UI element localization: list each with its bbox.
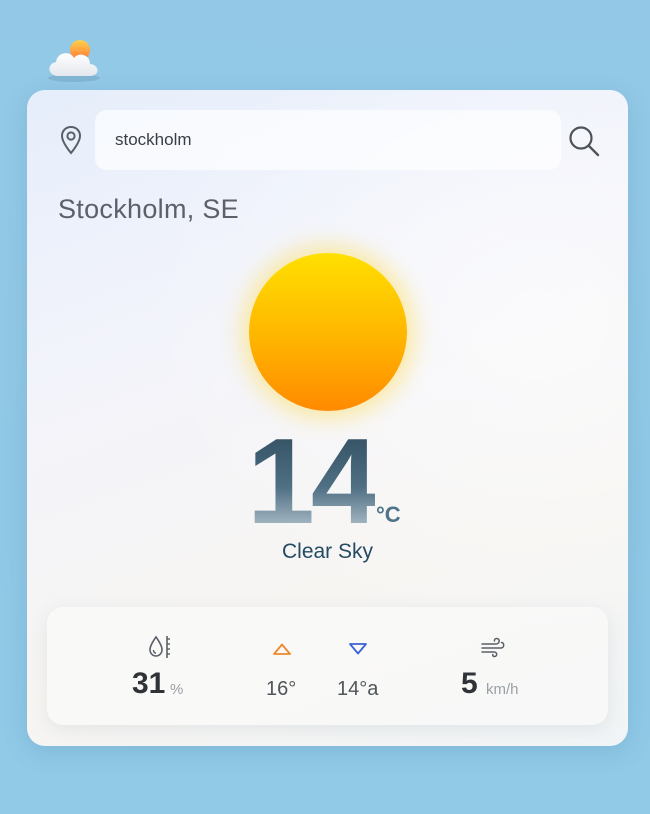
- partly-cloudy-icon: [48, 40, 100, 82]
- min-temperature: 14°a: [337, 678, 379, 700]
- wind-value: 5: [461, 667, 478, 700]
- search-bar: [53, 110, 605, 170]
- weather-card: Stockholm, SE 14 °C Clear Sky 31 % 16° 1…: [27, 90, 628, 746]
- max-temperature: 16°: [266, 678, 297, 700]
- humidity-unit: %: [170, 681, 184, 698]
- sun-icon: [249, 253, 407, 411]
- search-icon[interactable]: [567, 124, 601, 158]
- city-name: Stockholm, SE: [58, 194, 239, 224]
- weather-condition: Clear Sky: [281, 540, 374, 563]
- humidity-value: 31: [132, 667, 166, 700]
- triangle-down-icon: [349, 643, 367, 655]
- temperature-unit: °C: [376, 502, 401, 527]
- wind-unit: km/h: [486, 681, 519, 698]
- search-field[interactable]: [95, 110, 561, 170]
- triangle-up-icon: [273, 643, 291, 655]
- map-pin-icon: [60, 125, 82, 155]
- search-input[interactable]: [115, 110, 535, 170]
- temperature-value: 14: [247, 413, 379, 549]
- wind-icon: [481, 637, 505, 658]
- humidity-icon: [149, 635, 170, 658]
- weather-stats-panel: 31 % 16° 14°a 5 km/h: [47, 607, 608, 725]
